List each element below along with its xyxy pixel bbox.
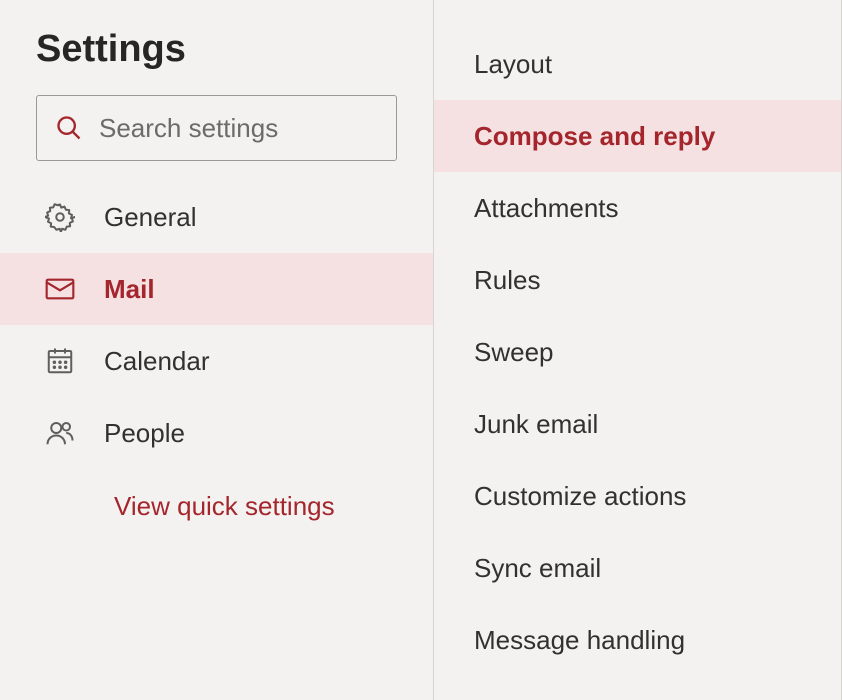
sub-item-compose-and-reply[interactable]: Compose and reply xyxy=(434,100,841,172)
settings-title: Settings xyxy=(0,28,433,95)
nav-item-label: People xyxy=(104,418,185,449)
view-quick-settings-link[interactable]: View quick settings xyxy=(0,469,433,522)
sub-item-label: Sync email xyxy=(474,553,601,584)
sub-item-label: Customize actions xyxy=(474,481,686,512)
sub-item-label: Junk email xyxy=(474,409,598,440)
sub-item-label: Layout xyxy=(474,49,552,80)
nav-item-label: General xyxy=(104,202,197,233)
sub-item-junk-email[interactable]: Junk email xyxy=(434,388,841,460)
sub-item-attachments[interactable]: Attachments xyxy=(434,172,841,244)
mail-icon xyxy=(44,273,76,305)
sub-item-rules[interactable]: Rules xyxy=(434,244,841,316)
settings-sub-panel: Layout Compose and reply Attachments Rul… xyxy=(434,0,842,700)
sub-item-label: Rules xyxy=(474,265,540,296)
sub-item-sync-email[interactable]: Sync email xyxy=(434,532,841,604)
settings-left-panel: Settings General xyxy=(0,0,434,700)
search-icon xyxy=(55,114,83,142)
nav-item-label: Calendar xyxy=(104,346,210,377)
search-container[interactable] xyxy=(36,95,397,161)
sub-item-sweep[interactable]: Sweep xyxy=(434,316,841,388)
nav-item-label: Mail xyxy=(104,274,155,305)
nav-item-people[interactable]: People xyxy=(0,397,433,469)
nav-item-general[interactable]: General xyxy=(0,181,433,253)
sub-item-customize-actions[interactable]: Customize actions xyxy=(434,460,841,532)
sub-item-label: Message handling xyxy=(474,625,685,656)
sub-item-layout[interactable]: Layout xyxy=(434,28,841,100)
nav-item-mail[interactable]: Mail xyxy=(0,253,433,325)
calendar-icon xyxy=(44,345,76,377)
sub-list: Layout Compose and reply Attachments Rul… xyxy=(434,28,841,676)
sub-item-label: Sweep xyxy=(474,337,554,368)
gear-icon xyxy=(44,201,76,233)
search-input[interactable] xyxy=(99,113,378,144)
sub-item-label: Compose and reply xyxy=(474,121,715,152)
nav-item-calendar[interactable]: Calendar xyxy=(0,325,433,397)
people-icon xyxy=(44,417,76,449)
sub-item-label: Attachments xyxy=(474,193,619,224)
sub-item-message-handling[interactable]: Message handling xyxy=(434,604,841,676)
nav-list: General Mail xyxy=(0,181,433,469)
